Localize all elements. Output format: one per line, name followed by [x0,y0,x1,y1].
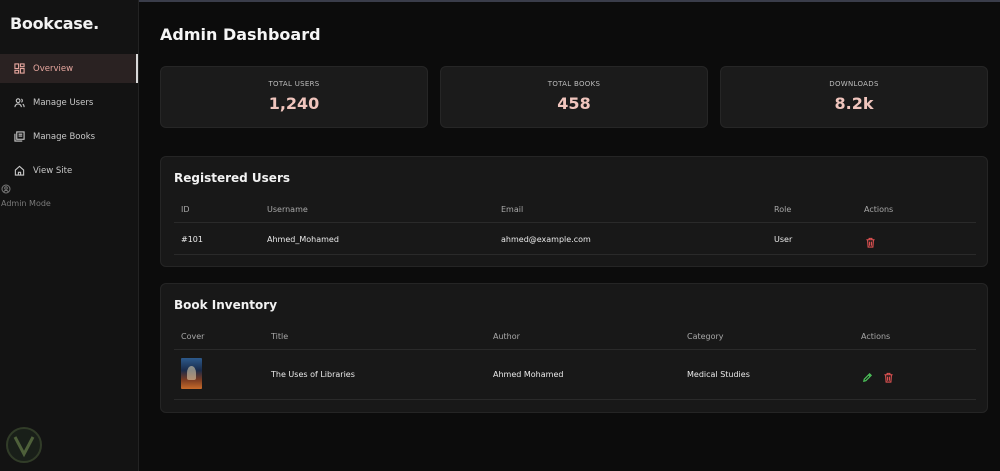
stat-value: 8.2k [834,94,874,113]
user-role: User [774,235,793,244]
sidebar-item-label: Manage Users [33,97,94,108]
window-top-border [0,0,1000,2]
book-title: The Uses of Libraries [271,370,355,379]
book-category: Medical Studies [687,370,750,379]
admin-mode-label: Admin Mode [1,199,51,208]
books-icon [14,131,25,142]
pencil-icon [863,372,873,382]
stat-card-total-books: TOTAL BOOKS 458 [440,66,708,128]
stat-card-total-users: TOTAL USERS 1,240 [160,66,428,128]
column-header-username: Username [267,205,308,214]
panel-title: Book Inventory [174,298,278,312]
trash-icon [884,372,893,383]
sidebar-item-label: View Site [33,165,73,176]
column-header-email: Email [501,205,524,214]
page-title: Admin Dashboard [160,25,321,44]
column-header-id: ID [181,205,190,214]
sidebar-item-manage-users[interactable]: Manage Users [0,88,138,117]
sidebar-item-overview[interactable]: Overview [0,54,138,83]
dashboard-icon [14,63,25,74]
sidebar-item-label: Overview [33,63,74,74]
delete-user-button[interactable] [865,233,876,248]
stat-label: DOWNLOADS [829,80,879,88]
column-header-role: Role [774,205,792,214]
column-header-title: Title [271,332,289,341]
edit-book-button[interactable] [862,368,873,382]
header-divider [174,222,976,223]
stat-value: 458 [557,94,591,113]
book-author: Ahmed Mohamed [493,370,564,379]
column-header-cover: Cover [181,332,205,341]
row-divider [174,399,976,400]
column-header-author: Author [493,332,520,341]
header-divider [174,349,976,350]
sidebar: Bookcase. Overview Manage Users Manage B… [0,0,139,471]
stat-value: 1,240 [268,94,320,113]
stat-label: TOTAL BOOKS [547,80,601,88]
stat-label: TOTAL USERS [268,80,320,88]
delete-book-button[interactable] [883,368,894,383]
user-email: ahmed@example.com [501,235,591,244]
book-cover-image [181,358,202,389]
registered-users-panel: Registered Users ID Username Email Role … [160,156,988,267]
column-header-actions: Actions [861,332,891,341]
brand-logo[interactable]: Bookcase. [10,14,99,33]
user-username: Ahmed_Mohamed [267,235,339,244]
sidebar-item-manage-books[interactable]: Manage Books [0,122,138,151]
users-icon [14,97,25,108]
watermark-logo [4,425,44,465]
admin-mode-indicator: Admin Mode [1,184,51,209]
stat-card-downloads: DOWNLOADS 8.2k [720,66,988,128]
shield-user-icon [1,184,11,194]
column-header-category: Category [687,332,724,341]
sidebar-item-label: Manage Books [33,131,96,142]
book-inventory-panel: Book Inventory Cover Title Author Catego… [160,283,988,413]
user-id: #101 [181,235,203,244]
home-icon [14,165,25,176]
trash-icon [866,237,875,248]
panel-title: Registered Users [174,171,291,185]
column-header-actions: Actions [864,205,894,214]
row-divider [174,254,976,255]
sidebar-item-view-site[interactable]: View Site [0,156,138,185]
